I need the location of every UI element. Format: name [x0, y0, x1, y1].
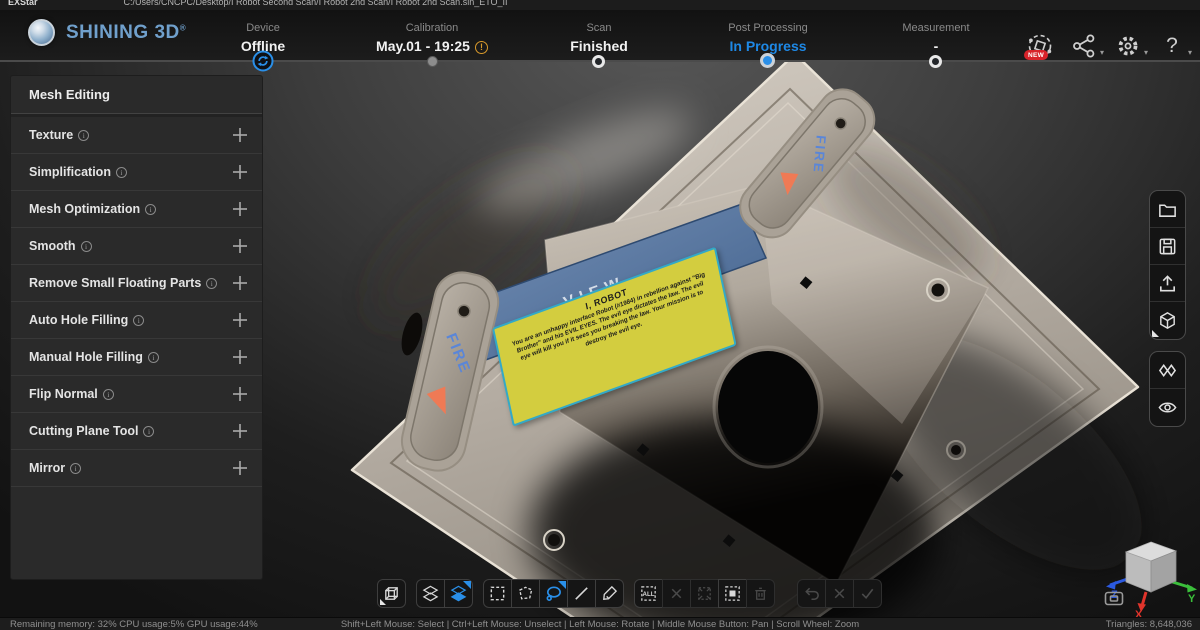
help-icon[interactable]: ? ▾: [1158, 32, 1186, 60]
sidebar-item-texture[interactable]: Texture i: [11, 117, 262, 154]
chevron-down-icon: ▾: [1144, 48, 1148, 57]
warning-icon: !: [475, 41, 488, 54]
share-icon[interactable]: ▾: [1070, 32, 1098, 60]
expand-plus-icon[interactable]: [231, 311, 249, 329]
expand-plus-icon[interactable]: [231, 237, 249, 255]
info-icon: i: [148, 352, 159, 363]
line-select-button[interactable]: [567, 579, 596, 608]
expand-plus-icon[interactable]: [231, 348, 249, 366]
expand-plus-icon[interactable]: [231, 200, 249, 218]
new-badge: NEW: [1024, 50, 1048, 60]
save-button[interactable]: [1150, 228, 1185, 265]
view-cube-button[interactable]: [377, 579, 406, 608]
expand-selection-button[interactable]: [690, 579, 719, 608]
chevron-down-icon: ▾: [1100, 48, 1104, 57]
mesh-editing-panel: Mesh Editing Texture i Simplification i …: [10, 75, 263, 580]
shining3d-logo-icon: [28, 19, 55, 46]
expand-plus-icon[interactable]: [231, 163, 249, 181]
info-icon: i: [103, 389, 114, 400]
undo-button[interactable]: [797, 579, 826, 608]
sidebar-item-manual-hole-filling[interactable]: Manual Hole Filling i: [11, 339, 262, 376]
sidebar-item-simplification[interactable]: Simplification i: [11, 154, 262, 191]
calibration-step-dot[interactable]: [427, 56, 438, 67]
sidebar-item-mirror[interactable]: Mirror i: [11, 450, 262, 487]
svg-text:ALL: ALL: [643, 591, 655, 598]
step-measurement[interactable]: Measurement -: [846, 22, 1026, 54]
measurement-step-dot[interactable]: [929, 55, 942, 68]
info-icon: i: [70, 463, 81, 474]
scan-step-dot[interactable]: [592, 55, 605, 68]
show-all-layers-button[interactable]: [416, 579, 445, 608]
sidebar-item-mesh-optimization[interactable]: Mesh Optimization i: [11, 191, 262, 228]
rect-select-button[interactable]: [483, 579, 512, 608]
active-corner-icon: [558, 581, 566, 589]
info-icon: i: [133, 315, 144, 326]
brand: SHINING 3D®: [28, 19, 186, 46]
confirm-button[interactable]: [853, 579, 882, 608]
model-display-button[interactable]: [1150, 302, 1185, 339]
fit-screen-icon[interactable]: [1104, 591, 1124, 606]
show-current-layer-button[interactable]: [444, 579, 473, 608]
expand-plus-icon[interactable]: [231, 422, 249, 440]
delete-selection-button[interactable]: [746, 579, 775, 608]
flyout-corner-icon: [380, 599, 386, 605]
info-icon: i: [145, 204, 156, 215]
axis-y-label: Y: [1188, 593, 1196, 605]
sidebar-item-remove-small-floating-parts[interactable]: Remove Small Floating Parts i: [11, 265, 262, 302]
sidebar-item-flip-normal[interactable]: Flip Normal i: [11, 376, 262, 413]
open-project-button[interactable]: [1150, 191, 1185, 228]
window-titlebar: EXStar C:/Users/CNCPC/Desktop/I Robot Se…: [0, 0, 1200, 10]
app-name: EXStar: [8, 0, 38, 9]
cube-faces[interactable]: [1126, 542, 1176, 592]
visibility-eye-button[interactable]: [1150, 389, 1185, 426]
cancel-button[interactable]: [825, 579, 854, 608]
expand-plus-icon[interactable]: [231, 126, 249, 144]
app-header: SHINING 3D® Device Offline Calibration M…: [0, 10, 1200, 60]
model-joystick-hole: [718, 351, 818, 463]
export-button[interactable]: [1150, 265, 1185, 302]
step-calibration[interactable]: Calibration May.01 - 19:25!: [342, 22, 522, 54]
polygon-select-button[interactable]: [511, 579, 540, 608]
brush-select-button[interactable]: [595, 579, 624, 608]
expand-plus-icon[interactable]: [231, 459, 249, 477]
step-post-processing[interactable]: Post Processing In Progress: [678, 22, 858, 54]
chevron-down-icon: ▾: [1188, 48, 1192, 57]
settings-gear-icon[interactable]: ▾: [1114, 32, 1142, 60]
info-icon: i: [143, 426, 154, 437]
file-path: C:/Users/CNCPC/Desktop/I Robot Second Sc…: [124, 0, 508, 9]
active-corner-icon: [463, 581, 471, 589]
view-toolbar: [1149, 351, 1186, 427]
select-all-button[interactable]: ALL: [634, 579, 663, 608]
info-icon: i: [116, 167, 127, 178]
device-sync-icon[interactable]: [252, 50, 274, 77]
status-bar: Shift+Left Mouse: Select | Ctrl+Left Mou…: [0, 617, 1200, 630]
deselect-button[interactable]: [662, 579, 691, 608]
feature-compare-button[interactable]: [1150, 352, 1185, 389]
brand-name: SHINING 3D®: [66, 22, 186, 44]
info-icon: i: [81, 241, 92, 252]
invert-selection-button[interactable]: [718, 579, 747, 608]
sidebar-item-smooth[interactable]: Smooth i: [11, 228, 262, 265]
info-icon: i: [78, 130, 89, 141]
selection-toolbar: ALL: [377, 579, 882, 608]
lasso-select-button[interactable]: [539, 579, 568, 608]
panel-title: Mesh Editing: [11, 76, 262, 114]
expand-plus-icon[interactable]: [231, 385, 249, 403]
mouse-hints: Shift+Left Mouse: Select | Ctrl+Left Mou…: [0, 619, 1200, 630]
flyout-corner-icon: [1152, 330, 1159, 337]
info-icon: i: [206, 278, 217, 289]
sidebar-item-auto-hole-filling[interactable]: Auto Hole Filling i: [11, 302, 262, 339]
step-scan[interactable]: Scan Finished: [509, 22, 689, 54]
expand-plus-icon[interactable]: [231, 274, 249, 292]
post-processing-step-dot[interactable]: [760, 53, 775, 68]
triangle-count: Triangles: 8,648,036: [1106, 619, 1192, 630]
file-toolbar: [1149, 190, 1186, 340]
sidebar-item-cutting-plane-tool[interactable]: Cutting Plane Tool i: [11, 413, 262, 450]
